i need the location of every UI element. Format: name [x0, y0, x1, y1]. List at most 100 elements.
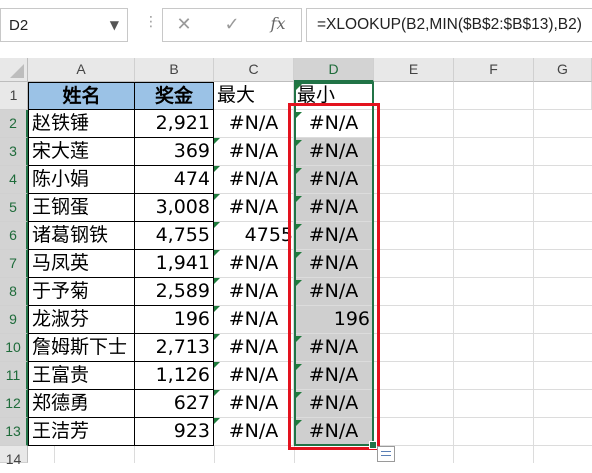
header-cell-name[interactable]: 姓名	[28, 82, 135, 110]
min-cell[interactable]: #N/A	[294, 194, 374, 222]
formula-text: =XLOOKUP(B2,MIN($B$2:$B$13),B2)	[317, 16, 582, 33]
bonus-cell[interactable]: 2,589	[134, 277, 214, 306]
bonus-cell[interactable]: 474	[134, 165, 214, 194]
fx-icon[interactable]: fx	[265, 14, 291, 36]
name-cell[interactable]: 赵铁锤	[28, 109, 135, 138]
worksheet-grid: A B C D E F G 1 2 3 4 5 6 7 8 9 10 11 12…	[0, 58, 592, 467]
row-header-6[interactable]: 6	[0, 222, 28, 250]
header-cell-bonus[interactable]: 奖金	[134, 82, 214, 110]
bonus-cell[interactable]: 627	[134, 389, 214, 418]
min-cell[interactable]: #N/A	[294, 222, 374, 250]
max-cell[interactable]: 4755	[214, 222, 294, 250]
max-cell[interactable]: #N/A	[214, 166, 294, 194]
cell-g1[interactable]	[534, 82, 592, 110]
formula-input[interactable]: =XLOOKUP(B2,MIN($B$2:$B$13),B2)	[306, 8, 592, 42]
bonus-cell[interactable]: 1,126	[134, 361, 214, 390]
error-indicator-icon	[296, 392, 302, 398]
row-header-7[interactable]: 7	[0, 250, 28, 278]
name-box[interactable]: D2 ▼	[0, 8, 128, 42]
min-cell[interactable]: #N/A	[294, 278, 374, 306]
row-header-4[interactable]: 4	[0, 166, 28, 194]
row-header-9[interactable]: 9	[0, 306, 28, 334]
fill-handle[interactable]	[369, 441, 377, 449]
name-cell[interactable]: 王富贵	[28, 361, 135, 390]
bonus-cell[interactable]: 196	[134, 305, 214, 334]
name-cell[interactable]: 詹姆斯下士	[28, 333, 135, 362]
bonus-cell[interactable]: 2,921	[134, 109, 214, 138]
check-icon[interactable]: ✓	[219, 14, 245, 36]
formula-bar-grip[interactable]: ⋮	[144, 14, 158, 30]
row-header-12[interactable]: 12	[0, 390, 28, 418]
bonus-cell[interactable]: 2,713	[134, 333, 214, 362]
max-cell[interactable]: #N/A	[214, 278, 294, 306]
column-header-d[interactable]: D	[294, 58, 374, 82]
max-cell[interactable]: #N/A	[214, 362, 294, 390]
error-indicator-icon	[214, 194, 220, 200]
max-cell[interactable]: #N/A	[214, 306, 294, 334]
max-cell[interactable]: #N/A	[214, 418, 294, 446]
row-header-8[interactable]: 8	[0, 278, 28, 306]
select-all-button[interactable]	[0, 58, 28, 82]
column-header-e[interactable]: E	[374, 58, 454, 82]
bonus-cell[interactable]: 369	[134, 137, 214, 166]
column-header-c[interactable]: C	[214, 58, 294, 82]
max-cell[interactable]: #N/A	[214, 334, 294, 362]
min-cell[interactable]: #N/A	[294, 166, 374, 194]
name-cell[interactable]: 于予菊	[28, 277, 135, 306]
error-indicator-icon	[296, 224, 302, 230]
name-cell[interactable]: 王洁芳	[28, 417, 135, 446]
max-cell[interactable]: #N/A	[214, 138, 294, 166]
bonus-cell[interactable]: 3,008	[134, 193, 214, 222]
min-cell[interactable]: #N/A	[294, 362, 374, 390]
min-cell-active[interactable]: #N/A	[294, 110, 374, 138]
bonus-cell[interactable]: 1,941	[134, 249, 214, 278]
row-header-5[interactable]: 5	[0, 194, 28, 222]
bonus-cell[interactable]: 4,755	[134, 221, 214, 250]
row-header-11[interactable]: 11	[0, 362, 28, 390]
cell-f1[interactable]	[454, 82, 534, 110]
name-box-value: D2	[9, 17, 29, 34]
row-header-14[interactable]: 14	[0, 446, 28, 467]
max-cell[interactable]: #N/A	[214, 110, 294, 138]
row-header-3[interactable]: 3	[0, 138, 28, 166]
name-cell[interactable]: 王钢蛋	[28, 193, 135, 222]
min-cell[interactable]: 196	[294, 306, 374, 334]
name-cell[interactable]: 郑德勇	[28, 389, 135, 418]
min-cell[interactable]: #N/A	[294, 334, 374, 362]
quick-analysis-icon[interactable]	[377, 446, 395, 462]
error-indicator-icon	[214, 138, 220, 144]
column-header-b[interactable]: B	[135, 58, 214, 82]
header-cell-max[interactable]: 最大	[214, 82, 294, 110]
error-indicator-icon	[296, 364, 302, 370]
row-header-13[interactable]: 13	[0, 418, 28, 446]
close-icon[interactable]: ✕	[171, 14, 197, 36]
error-indicator-icon	[214, 418, 220, 424]
formula-bar-area: D2 ▼ ⋮ ✕ ✓ fx =XLOOKUP(B2,MIN($B$2:$B$13…	[0, 0, 592, 52]
column-header-f[interactable]: F	[454, 58, 534, 82]
name-cell[interactable]: 诸葛钢铁	[28, 221, 135, 250]
row-header-2[interactable]: 2	[0, 110, 28, 138]
row-header-10[interactable]: 10	[0, 334, 28, 362]
error-indicator-icon	[214, 222, 220, 228]
column-header-g[interactable]: G	[534, 58, 592, 82]
min-cell[interactable]: #N/A	[294, 390, 374, 418]
chevron-down-icon[interactable]: ▼	[110, 18, 119, 32]
header-cell-min[interactable]: 最小	[294, 82, 374, 110]
name-cell[interactable]: 宋大莲	[28, 137, 135, 166]
row-header-1[interactable]: 1	[0, 82, 28, 110]
min-cell[interactable]: #N/A	[294, 138, 374, 166]
max-cell[interactable]: #N/A	[214, 390, 294, 418]
error-indicator-icon	[296, 280, 302, 286]
max-cell[interactable]: #N/A	[214, 250, 294, 278]
name-cell[interactable]: 龙淑芬	[28, 305, 135, 334]
name-cell[interactable]: 马凤英	[28, 249, 135, 278]
min-cell[interactable]: #N/A	[294, 250, 374, 278]
error-indicator-icon	[296, 140, 302, 146]
column-header-a[interactable]: A	[28, 58, 135, 82]
name-cell[interactable]: 陈小娟	[28, 165, 135, 194]
select-all-icon	[10, 64, 24, 78]
min-cell[interactable]: #N/A	[294, 418, 374, 446]
cell-e1[interactable]	[374, 82, 454, 110]
bonus-cell[interactable]: 923	[134, 417, 214, 446]
max-cell[interactable]: #N/A	[214, 194, 294, 222]
